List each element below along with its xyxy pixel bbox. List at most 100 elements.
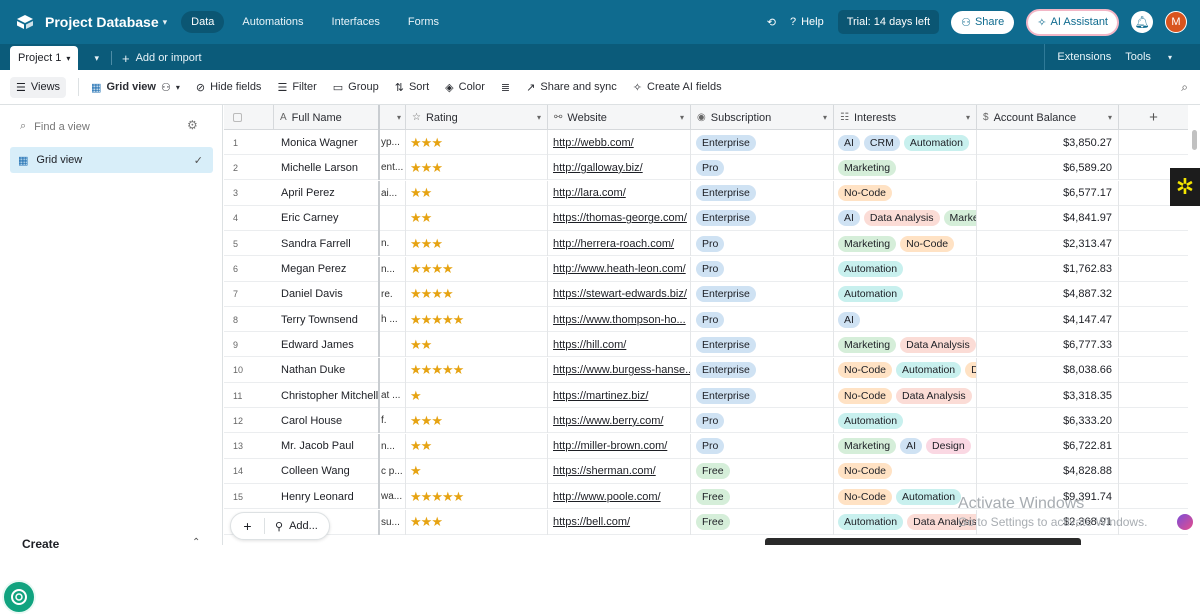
cell-rating[interactable]: ★ ★ ★ ★ ★ bbox=[406, 484, 548, 510]
star-icon[interactable]: ★ bbox=[410, 413, 422, 429]
grid-view-selector[interactable]: ▦ Grid view ⚇ ▾ bbox=[91, 81, 180, 94]
cell-website-link[interactable]: http://herrera-roach.com/ bbox=[548, 231, 691, 257]
table-row[interactable]: 8 Terry Townsend h ... ★ ★ ★ ★ ★ https://www.tho… bbox=[224, 307, 1188, 333]
star-icon[interactable]: ★ bbox=[410, 362, 422, 378]
cell-website-link[interactable]: https://www.thompson-ho... bbox=[548, 307, 691, 333]
star-icon[interactable]: ★ bbox=[453, 312, 465, 328]
cell-interests[interactable]: Marketing Data Analysis bbox=[834, 332, 977, 358]
chatgpt-icon[interactable] bbox=[2, 580, 36, 614]
table-row[interactable]: 5 Sandra Farrell n. ★ ★ ★ http://herrera-roach… bbox=[224, 231, 1188, 257]
group-button[interactable]: ▭ Group bbox=[333, 81, 379, 94]
star-icon[interactable]: ★ bbox=[410, 185, 422, 201]
cell-account-balance[interactable]: $6,722.81 bbox=[977, 433, 1119, 459]
cell-website-link[interactable]: https://hill.com/ bbox=[548, 332, 691, 358]
find-view-input[interactable]: ⌕ Find a view bbox=[20, 120, 90, 133]
cell-interests[interactable]: Automation bbox=[834, 408, 977, 434]
cell-interests[interactable]: Marketing bbox=[834, 155, 977, 181]
cell-interests[interactable]: AI bbox=[834, 307, 977, 333]
table-row[interactable]: 7 Daniel Davis re. ★ ★ ★ ★ https://stewart-edwa… bbox=[224, 281, 1188, 307]
tab-forms[interactable]: Forms bbox=[398, 11, 449, 33]
cell-account-balance[interactable]: $3,850.27 bbox=[977, 130, 1119, 155]
cell-truncated[interactable]: c p... bbox=[380, 458, 406, 484]
cell-subscription[interactable]: Free bbox=[691, 509, 834, 535]
star-icon[interactable]: ★ bbox=[431, 362, 443, 378]
cell-truncated[interactable]: f. bbox=[380, 408, 406, 434]
star-icon[interactable]: ★ bbox=[421, 160, 433, 176]
cell-subscription[interactable]: Free bbox=[691, 484, 834, 510]
cell-website-link[interactable]: https://thomas-george.com/ bbox=[548, 205, 691, 231]
cell-truncated[interactable]: su... bbox=[380, 509, 406, 535]
add-field-button[interactable]: + bbox=[1119, 105, 1188, 130]
star-icon[interactable]: ★ bbox=[431, 286, 443, 302]
cell-account-balance[interactable]: $8,038.66 bbox=[977, 357, 1119, 383]
cell-rating[interactable]: ★ ★ ★ ★ bbox=[406, 256, 548, 282]
star-icon[interactable]: ★ bbox=[410, 514, 422, 530]
cell-website-link[interactable]: http://www.heath-leon.com/ bbox=[548, 256, 691, 282]
cell-account-balance[interactable]: $1,762.83 bbox=[977, 256, 1119, 282]
star-icon[interactable]: ★ bbox=[421, 210, 433, 226]
cell-truncated[interactable] bbox=[380, 205, 406, 231]
cell-account-balance[interactable]: $4,887.32 bbox=[977, 281, 1119, 307]
gear-icon[interactable]: ⚙ bbox=[187, 118, 198, 132]
views-button[interactable]: ☰ Views bbox=[10, 76, 67, 98]
cell-website-link[interactable]: https://www.burgess-hanse... bbox=[548, 357, 691, 383]
cell-account-balance[interactable]: $4,841.97 bbox=[977, 205, 1119, 231]
share-button[interactable]: ⚇ Share bbox=[951, 10, 1015, 34]
star-icon[interactable]: ★ bbox=[431, 489, 443, 505]
cell-subscription[interactable]: Enterprise bbox=[691, 205, 834, 231]
extension-flower-icon[interactable]: ✲ bbox=[1170, 168, 1200, 206]
cell-subscription[interactable]: Enterprise bbox=[691, 130, 834, 155]
cell-truncated[interactable]: h ... bbox=[380, 307, 406, 333]
cell-interests[interactable]: No-Code Automation bbox=[834, 484, 977, 510]
star-icon[interactable]: ★ bbox=[442, 489, 454, 505]
app-logo-icon[interactable] bbox=[15, 14, 35, 30]
cell-website-link[interactable]: http://lara.com/ bbox=[548, 180, 691, 206]
cell-rating[interactable]: ★ ★ bbox=[406, 433, 548, 459]
cell-rating[interactable]: ★ ★ ★ ★ ★ bbox=[406, 307, 548, 333]
cell-full-name[interactable]: Michelle Larson bbox=[274, 155, 380, 181]
cell-rating[interactable]: ★ ★ bbox=[406, 332, 548, 358]
star-icon[interactable]: ★ bbox=[431, 413, 443, 429]
table-row[interactable]: 10 Nathan Duke ★ ★ ★ ★ ★ https://www.burgess-ha… bbox=[224, 357, 1188, 383]
star-icon[interactable]: ★ bbox=[431, 312, 443, 328]
cell-subscription[interactable]: Enterprise bbox=[691, 383, 834, 408]
star-icon[interactable]: ★ bbox=[410, 236, 422, 252]
cell-account-balance[interactable]: $6,577.17 bbox=[977, 180, 1119, 206]
cell-subscription[interactable]: Enterprise bbox=[691, 281, 834, 307]
sidebar-item-grid-view[interactable]: ▦ Grid view ✓ bbox=[10, 147, 213, 173]
cell-interests[interactable]: No-Code Data Analysis bbox=[834, 383, 977, 408]
cell-full-name[interactable]: April Perez bbox=[274, 180, 380, 206]
cell-interests[interactable]: AI CRM Automation bbox=[834, 130, 977, 155]
select-all-checkbox[interactable] bbox=[224, 105, 274, 130]
column-header-website[interactable]: ⚯ Website ▾ bbox=[548, 105, 691, 130]
cell-website-link[interactable]: http://galloway.biz/ bbox=[548, 155, 691, 181]
tab-data[interactable]: Data bbox=[181, 11, 225, 33]
cell-subscription[interactable]: Pro bbox=[691, 155, 834, 181]
chevron-up-icon[interactable]: ⌃ bbox=[192, 537, 200, 548]
cell-interests[interactable]: Automation bbox=[834, 281, 977, 307]
cell-account-balance[interactable]: $6,589.20 bbox=[977, 155, 1119, 181]
tab-interfaces[interactable]: Interfaces bbox=[322, 11, 390, 33]
table-row[interactable]: 12 Carol House f. ★ ★ ★ https://www.berry.com/… bbox=[224, 408, 1188, 434]
table-row[interactable]: 9 Edward James ★ ★ https://hill.com/Enterpri… bbox=[224, 332, 1188, 358]
avatar[interactable]: M bbox=[1165, 11, 1187, 33]
scrollbar-thumb[interactable] bbox=[1192, 130, 1197, 150]
cell-truncated[interactable]: n. bbox=[380, 231, 406, 257]
star-icon[interactable]: ★ bbox=[421, 514, 433, 530]
cell-rating[interactable]: ★ ★ ★ ★ ★ bbox=[406, 357, 548, 383]
cell-subscription[interactable]: Pro bbox=[691, 433, 834, 459]
cell-full-name[interactable]: Carol House bbox=[274, 408, 380, 434]
cell-subscription[interactable]: Pro bbox=[691, 408, 834, 434]
cell-full-name[interactable]: Monica Wagner bbox=[274, 130, 380, 155]
cell-account-balance[interactable]: $2,313.47 bbox=[977, 231, 1119, 257]
sort-button[interactable]: ⇅ Sort bbox=[395, 81, 429, 94]
cell-website-link[interactable]: https://bell.com/ bbox=[548, 509, 691, 535]
cell-full-name[interactable]: Mr. Jacob Paul bbox=[274, 433, 380, 459]
star-icon[interactable]: ★ bbox=[421, 489, 433, 505]
star-icon[interactable]: ★ bbox=[410, 261, 422, 277]
hide-fields-button[interactable]: ⊘ Hide fields bbox=[196, 81, 262, 94]
cell-truncated[interactable]: yp... bbox=[380, 130, 406, 155]
cell-full-name[interactable]: Henry Leonard bbox=[274, 484, 380, 510]
cell-subscription[interactable]: Enterprise bbox=[691, 357, 834, 383]
cell-truncated[interactable]: ai... bbox=[380, 180, 406, 206]
